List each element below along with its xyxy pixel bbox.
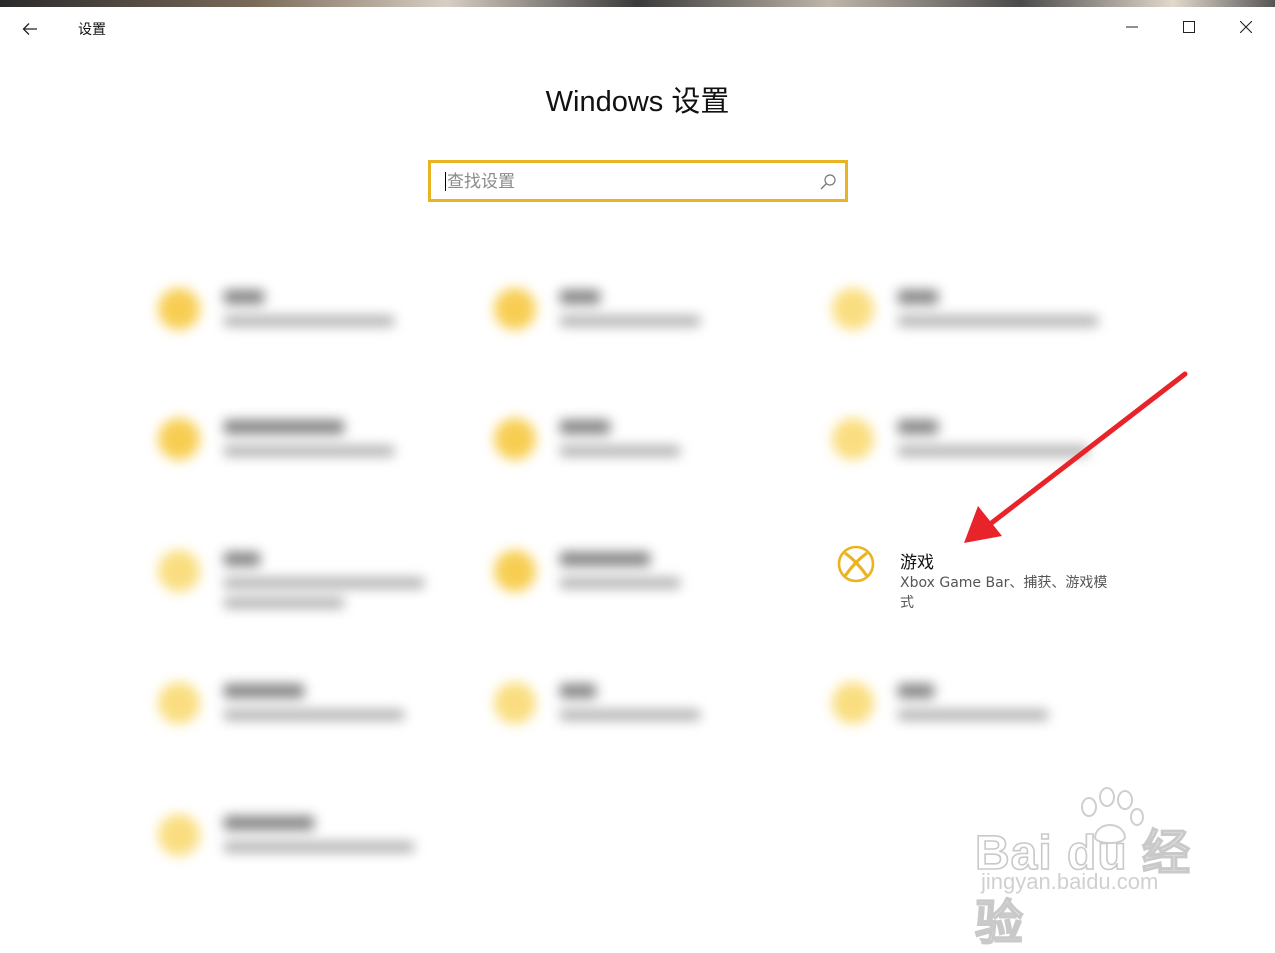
gaming-settings-tile[interactable]: 游戏 Xbox Game Bar、捕获、游戏模式 — [836, 542, 1136, 622]
settings-tile-blurred[interactable] — [158, 544, 458, 624]
settings-tile-blurred[interactable] — [494, 282, 794, 362]
maximize-icon — [1183, 21, 1195, 33]
settings-tile-blurred[interactable] — [494, 676, 794, 756]
settings-tile-blurred[interactable] — [494, 544, 794, 624]
settings-tile-blurred[interactable] — [494, 412, 794, 492]
settings-tile-blurred[interactable] — [832, 676, 1132, 756]
close-button[interactable] — [1218, 7, 1274, 47]
settings-tile-blurred[interactable] — [158, 808, 458, 888]
search-icon[interactable] — [819, 173, 837, 191]
settings-tile-blurred[interactable] — [158, 282, 458, 362]
gaming-tile-title: 游戏 — [900, 553, 934, 573]
back-button[interactable] — [12, 15, 48, 43]
minimize-icon — [1126, 26, 1138, 28]
settings-tile-blurred[interactable] — [832, 412, 1132, 492]
paw-logo — [1081, 787, 1144, 844]
settings-tile-blurred[interactable] — [832, 282, 1132, 362]
xbox-icon — [837, 545, 875, 583]
search-input[interactable] — [445, 163, 809, 201]
app-title: 设置 — [78, 22, 106, 38]
baidu-jingyan-watermark: Bai du 经验 jingyan.baidu.com — [974, 787, 1215, 951]
close-icon — [1240, 21, 1252, 33]
back-arrow-icon — [22, 23, 37, 35]
desktop-background-strip — [0, 0, 1275, 7]
minimize-button[interactable] — [1104, 7, 1160, 47]
page-title: Windows 设置 — [545, 86, 730, 118]
settings-tile-blurred[interactable] — [158, 676, 458, 756]
gaming-tile-description: Xbox Game Bar、捕获、游戏模式 — [900, 575, 1108, 611]
search-box[interactable] — [428, 160, 848, 202]
watermark-brand: Bai du 经验 — [974, 826, 1192, 951]
watermark-url: jingyan.baidu.com — [981, 869, 1159, 894]
settings-tile-blurred[interactable] — [158, 412, 458, 492]
maximize-button[interactable] — [1161, 7, 1217, 47]
title-bar: 设置 — [0, 7, 1275, 51]
